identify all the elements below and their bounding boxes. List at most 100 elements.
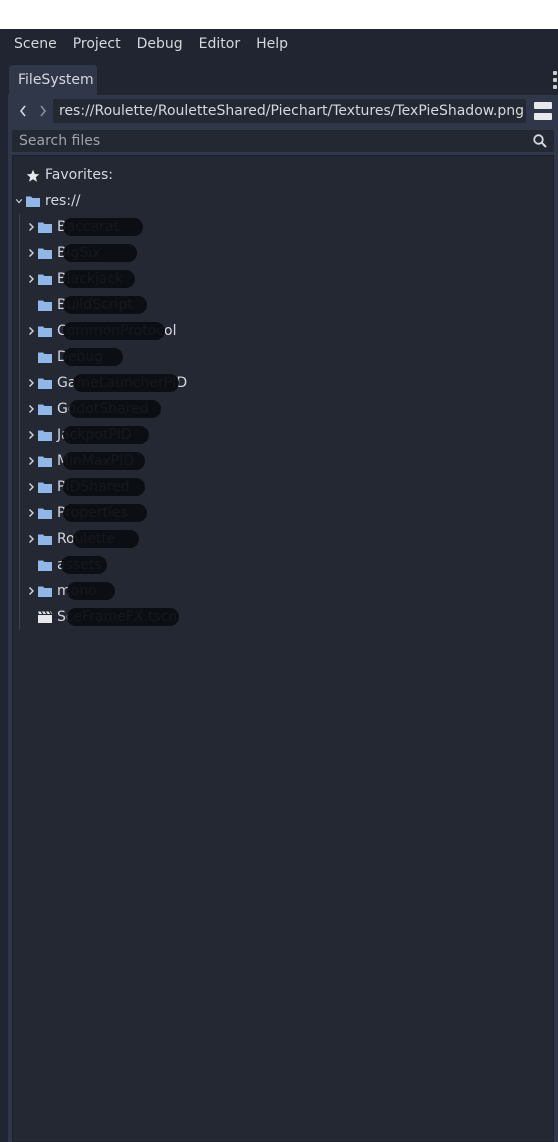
folder-icon: [38, 586, 52, 597]
tree-guide-line: [19, 344, 20, 370]
redaction-mark: [73, 530, 139, 548]
chevron-right-icon[interactable]: [25, 507, 37, 519]
redaction-mark: [73, 374, 179, 392]
chevron-right-icon[interactable]: [25, 377, 37, 389]
folder-row[interactable]: BuildScript: [13, 292, 553, 318]
menu-scene[interactable]: Scene: [6, 29, 65, 59]
folder-row[interactable]: MinMaxPID: [13, 448, 553, 474]
redaction-mark: [63, 244, 137, 262]
redaction-mark: [67, 608, 179, 626]
folder-row[interactable]: assets: [13, 552, 553, 578]
path-bar: res://Roulette/RouletteShared/Piechart/T…: [8, 95, 558, 127]
search-input[interactable]: [12, 130, 522, 152]
favorites-row[interactable]: Favorites:: [13, 162, 553, 188]
tree-guide-line: [19, 214, 20, 240]
folder-icon: [38, 378, 52, 389]
folder-row[interactable]: Roulette: [13, 526, 553, 552]
menu-bar: Scene Project Debug Editor Help: [0, 29, 558, 59]
folder-icon: [38, 222, 52, 233]
folder-icon: [38, 560, 52, 571]
split-mode-button[interactable]: [532, 100, 554, 122]
folder-icon: [38, 300, 52, 311]
folder-row[interactable]: CommonProtocol: [13, 318, 553, 344]
chevron-right-icon[interactable]: [25, 481, 37, 493]
folder-icon: [38, 404, 52, 415]
folder-icon: [38, 534, 52, 545]
menu-help[interactable]: Help: [248, 29, 296, 59]
chevron-right-icon: [40, 105, 47, 117]
folder-icon: [38, 352, 52, 363]
chevron-right-icon[interactable]: [25, 585, 37, 597]
tree-guide-line: [19, 292, 20, 318]
redaction-mark: [61, 556, 107, 574]
chevron-right-icon[interactable]: [25, 247, 37, 259]
redaction-mark: [67, 582, 115, 600]
scene-file-row[interactable]: SceFrameFX.tscn: [13, 604, 553, 630]
tree-guide-line: [19, 370, 20, 396]
folder-row[interactable]: GodotShared: [13, 396, 553, 422]
redaction-mark: [63, 478, 145, 496]
chevron-right-icon[interactable]: [25, 429, 37, 441]
clapperboard-icon: [38, 611, 52, 623]
back-button[interactable]: [14, 101, 32, 121]
root-row[interactable]: res://: [13, 188, 553, 214]
folder-icon: [38, 326, 52, 337]
folder-row[interactable]: BigSix: [13, 240, 553, 266]
redaction-mark: [63, 296, 147, 314]
menu-project[interactable]: Project: [65, 29, 129, 59]
favorites-label: Favorites:: [45, 167, 113, 183]
chevron-right-icon[interactable]: [25, 533, 37, 545]
menu-editor[interactable]: Editor: [191, 29, 248, 59]
chevron-right-icon[interactable]: [25, 325, 37, 337]
folder-row[interactable]: Properties: [13, 500, 553, 526]
folder-icon: [38, 274, 52, 285]
folder-row[interactable]: Debug: [13, 344, 553, 370]
folder-row[interactable]: GameLauncherPID: [13, 370, 553, 396]
forward-button[interactable]: [34, 101, 52, 121]
chevron-right-icon[interactable]: [25, 403, 37, 415]
chevron-down-icon[interactable]: [13, 195, 25, 207]
chevron-right-icon[interactable]: [25, 221, 37, 233]
path-field[interactable]: res://Roulette/RouletteShared/Piechart/T…: [53, 99, 526, 123]
tree-guide-line: [19, 604, 20, 630]
folder-icon: [38, 248, 52, 259]
folder-icon: [38, 508, 52, 519]
tree-guide-line: [19, 266, 20, 292]
chevron-left-icon: [19, 105, 26, 117]
chevron-right-icon[interactable]: [25, 455, 37, 467]
folder-row[interactable]: mono: [13, 578, 553, 604]
folder-icon: [38, 430, 52, 441]
tree-guide-line: [19, 240, 20, 266]
folder-row[interactable]: PIDShared: [13, 474, 553, 500]
tab-options-icon[interactable]: [553, 71, 558, 89]
redaction-mark: [63, 218, 143, 236]
tree-guide-line: [19, 474, 20, 500]
search-icon[interactable]: [532, 133, 548, 149]
menu-debug[interactable]: Debug: [129, 29, 191, 59]
tree-guide-line: [19, 448, 20, 474]
godot-editor-window: Scene Project Debug Editor Help FileSyst…: [0, 29, 558, 1142]
tree-guide-line: [19, 500, 20, 526]
redaction-mark: [63, 426, 149, 444]
search-bar: [12, 130, 554, 152]
tree-guide-line: [19, 318, 20, 344]
filesystem-dock: res://Roulette/RouletteShared/Piechart/T…: [8, 95, 558, 1142]
tab-filesystem[interactable]: FileSystem: [9, 65, 97, 95]
tree-guide-line: [19, 526, 20, 552]
folder-icon: [26, 196, 40, 207]
folder-row[interactable]: Blackjack: [13, 266, 553, 292]
redaction-mark: [69, 400, 161, 418]
redaction-mark: [63, 322, 165, 340]
folder-row[interactable]: Baccarat: [13, 214, 553, 240]
folder-icon: [38, 456, 52, 467]
tree-guide-line: [19, 422, 20, 448]
chevron-right-icon[interactable]: [25, 273, 37, 285]
folder-row[interactable]: JackpotPID: [13, 422, 553, 448]
star-icon: [26, 169, 40, 182]
tree-guide-line: [19, 552, 20, 578]
redaction-mark: [63, 348, 123, 366]
redaction-mark: [63, 452, 145, 470]
file-tree: Favorites: res:// BaccaratBigSixBlackjac…: [12, 155, 554, 1142]
root-label: res://: [45, 193, 81, 209]
dock-tab-bar: FileSystem: [0, 63, 558, 95]
